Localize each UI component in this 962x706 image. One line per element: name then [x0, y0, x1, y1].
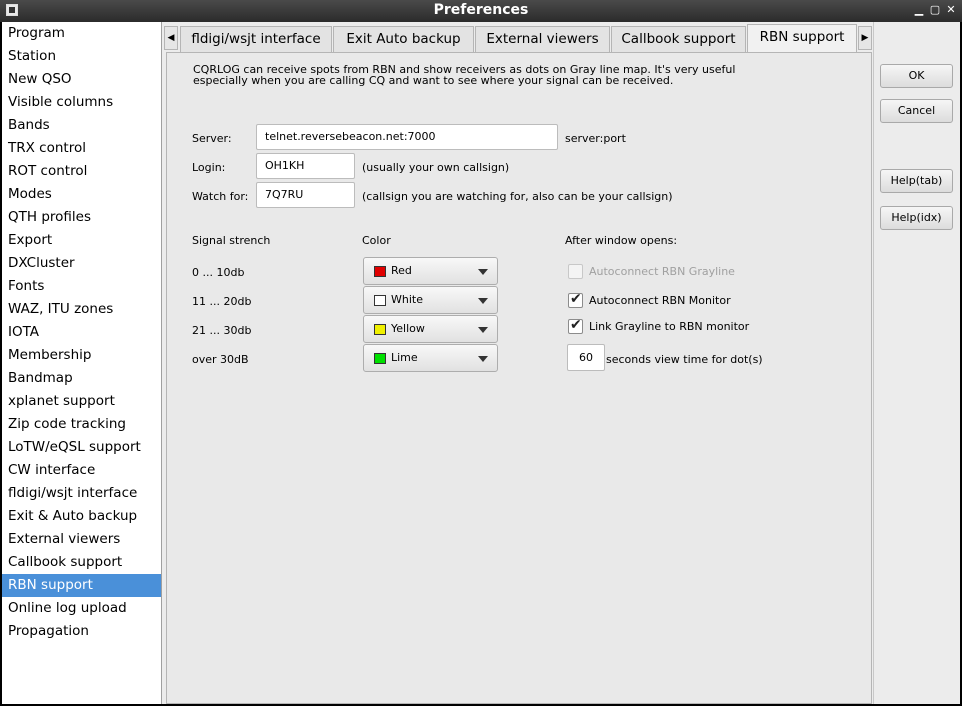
login-input[interactable]: OH1KH — [256, 153, 355, 179]
preferences-sidebar: Program Station New QSO Visible columns Band… — [2, 22, 162, 704]
view-time-input[interactable]: 60 — [567, 344, 605, 371]
intro-text: CQRLOG can receive spots from RBN and sh… — [193, 64, 753, 86]
server-label: Server: — [192, 132, 232, 145]
after-window-opens-header: After window opens: — [565, 234, 678, 247]
sidebar-item-program[interactable]: Program — [2, 22, 161, 45]
watch-for-hint: (callsign you are watching for, also can… — [362, 190, 673, 203]
view-time-label: seconds view time for dot(s) — [606, 353, 763, 366]
sidebar-item-visible-columns[interactable]: Visible columns — [2, 91, 161, 114]
rbn-support-panel: CQRLOG can receive spots from RBN and sh… — [166, 52, 872, 704]
sidebar-item-propagation[interactable]: Propagation — [2, 620, 161, 643]
chevron-down-icon — [478, 327, 488, 333]
tab-rbn-support[interactable]: RBN support — [747, 24, 857, 52]
check-mark-icon: ✔ — [570, 291, 582, 307]
intro-line-2: especially when you are calling CQ and w… — [193, 74, 674, 87]
chevron-down-icon — [478, 356, 488, 362]
autoconnect-monitor-checkbox[interactable]: ✔ — [568, 291, 583, 308]
ok-button[interactable]: OK — [880, 64, 953, 88]
color-select-value: Yellow — [391, 322, 425, 335]
sidebar-item-bandmap[interactable]: Bandmap — [2, 367, 161, 390]
preferences-window: Program Station New QSO Visible columns Band… — [2, 22, 960, 704]
sidebar-item-cw-interface[interactable]: CW interface — [2, 459, 161, 482]
tab-scroll-left-icon[interactable]: ◀ — [164, 26, 178, 50]
sidebar-item-station[interactable]: Station — [2, 45, 161, 68]
sidebar-item-dxcluster[interactable]: DXCluster — [2, 252, 161, 275]
link-grayline-label: Link Grayline to RBN monitor — [589, 320, 750, 333]
close-icon[interactable]: ✕ — [944, 3, 958, 17]
autoconnect-monitor-label: Autoconnect RBN Monitor — [589, 294, 731, 307]
help-index-button[interactable]: Help(idx) — [880, 206, 953, 230]
sidebar-item-xplanet-support[interactable]: xplanet support — [2, 390, 161, 413]
sidebar-item-trx-control[interactable]: TRX control — [2, 137, 161, 160]
autoconnect-grayline-checkbox[interactable] — [568, 264, 583, 279]
color-select-3[interactable]: Lime — [363, 344, 498, 372]
check-mark-icon: ✔ — [570, 317, 582, 333]
sidebar-item-bands[interactable]: Bands — [2, 114, 161, 137]
title-bar: Preferences ▁ ▢ ✕ — [0, 0, 962, 22]
window-title: Preferences — [433, 2, 529, 18]
range-label-3: over 30dB — [192, 353, 249, 366]
tab-fldigi-wsjt[interactable]: fldigi/wsjt interface — [180, 26, 332, 52]
sidebar-item-qth-profiles[interactable]: QTH profiles — [2, 206, 161, 229]
color-swatch — [374, 295, 386, 306]
login-label: Login: — [192, 161, 226, 174]
sidebar-item-exit-auto-backup[interactable]: Exit & Auto backup — [2, 505, 161, 528]
color-swatch — [374, 266, 386, 277]
color-select-2[interactable]: Yellow — [363, 315, 498, 343]
login-hint: (usually your own callsign) — [362, 161, 510, 174]
sidebar-item-zip-code-tracking[interactable]: Zip code tracking — [2, 413, 161, 436]
sidebar-item-online-log-upload[interactable]: Online log upload — [2, 597, 161, 620]
color-select-value: Red — [391, 264, 412, 277]
sidebar-item-waz-itu-zones[interactable]: WAZ, ITU zones — [2, 298, 161, 321]
tab-scroll-right-icon[interactable]: ▶ — [858, 26, 872, 50]
signal-strength-header: Signal strench — [192, 234, 271, 247]
tab-external-viewers[interactable]: External viewers — [475, 26, 610, 52]
sidebar-item-iota[interactable]: IOTA — [2, 321, 161, 344]
tab-callbook-support[interactable]: Callbook support — [611, 26, 746, 52]
sidebar-item-fonts[interactable]: Fonts — [2, 275, 161, 298]
sidebar-item-modes[interactable]: Modes — [2, 183, 161, 206]
autoconnect-grayline-label: Autoconnect RBN Grayline — [589, 265, 735, 278]
sidebar-item-membership[interactable]: Membership — [2, 344, 161, 367]
cancel-button[interactable]: Cancel — [880, 99, 953, 123]
sidebar-item-lotw-eqsl-support[interactable]: LoTW/eQSL support — [2, 436, 161, 459]
watch-for-input[interactable]: 7Q7RU — [256, 182, 355, 208]
help-tab-button[interactable]: Help(tab) — [880, 169, 953, 193]
sidebar-item-external-viewers[interactable]: External viewers — [2, 528, 161, 551]
server-hint: server:port — [565, 132, 626, 145]
color-select-0[interactable]: Red — [363, 257, 498, 285]
link-grayline-checkbox[interactable]: ✔ — [568, 317, 583, 334]
chevron-down-icon — [478, 298, 488, 304]
sidebar-item-new-qso[interactable]: New QSO — [2, 68, 161, 91]
color-swatch — [374, 353, 386, 364]
sidebar-item-fldigi-wsjt-interface[interactable]: fldigi/wsjt interface — [2, 482, 161, 505]
color-select-value: White — [391, 293, 423, 306]
sidebar-item-export[interactable]: Export — [2, 229, 161, 252]
range-label-1: 11 ... 20db — [192, 295, 252, 308]
chevron-down-icon — [478, 269, 488, 275]
tab-strip: ◀ fldigi/wsjt interface Exit Auto backup… — [164, 24, 872, 52]
sidebar-item-rot-control[interactable]: ROT control — [2, 160, 161, 183]
color-swatch — [374, 324, 386, 335]
watch-for-label: Watch for: — [192, 190, 249, 203]
color-header: Color — [362, 234, 391, 247]
sidebar-item-rbn-support[interactable]: RBN support — [2, 574, 161, 597]
color-select-1[interactable]: White — [363, 286, 498, 314]
minimize-icon[interactable]: ▁ — [912, 3, 926, 17]
sidebar-item-callbook-support[interactable]: Callbook support — [2, 551, 161, 574]
maximize-icon[interactable]: ▢ — [928, 3, 942, 17]
button-pane — [873, 22, 960, 704]
range-label-2: 21 ... 30db — [192, 324, 252, 337]
color-select-value: Lime — [391, 351, 418, 364]
server-input[interactable]: telnet.reversebeacon.net:7000 — [256, 124, 558, 150]
range-label-0: 0 ... 10db — [192, 266, 245, 279]
tab-exit-auto-backup[interactable]: Exit Auto backup — [333, 26, 474, 52]
